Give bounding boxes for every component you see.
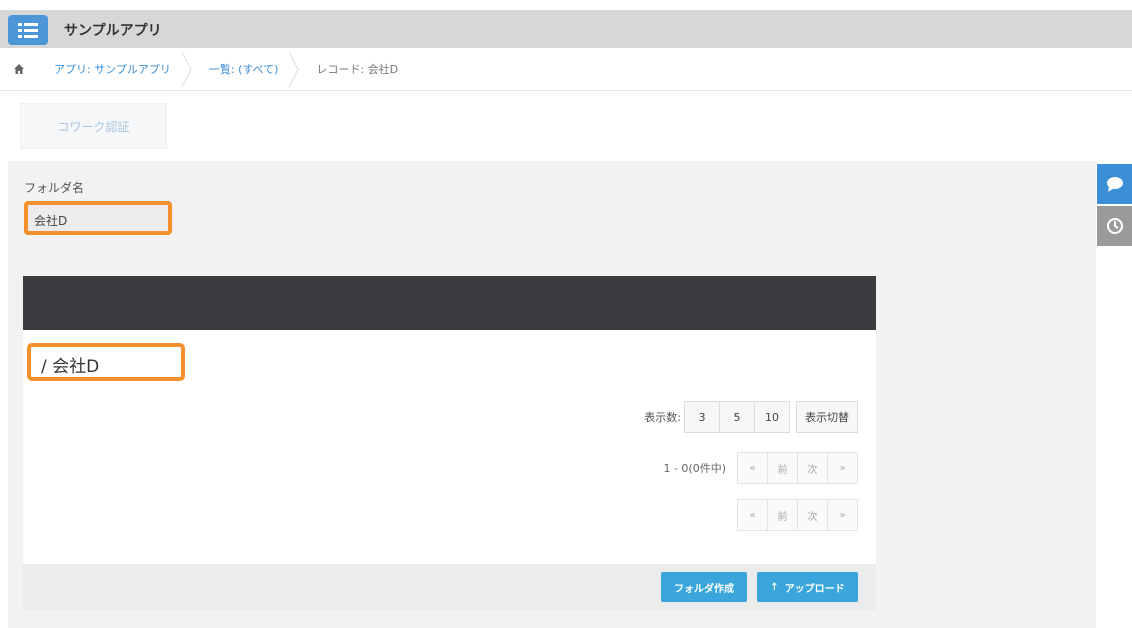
pager-bottom: « 前 次 » <box>737 499 858 531</box>
app-list-icon[interactable] <box>8 15 48 45</box>
file-panel: / 会社D 表示数: 3 5 10 表示切替 1 - 0(0件中) « 前 次 … <box>23 276 876 610</box>
pager-next-button[interactable]: 次 <box>797 499 828 531</box>
pager-first-button[interactable]: « <box>737 452 768 484</box>
pager-buttons: « 前 次 » <box>737 499 858 531</box>
pager-buttons: « 前 次 » <box>737 452 858 484</box>
top-edge <box>0 0 1132 11</box>
folder-path-text: / 会社D <box>41 357 100 377</box>
display-count-label: 表示数: <box>644 411 681 424</box>
folder-name-label: フォルダ名 <box>24 181 85 195</box>
count-3-button[interactable]: 3 <box>684 401 720 433</box>
comment-icon[interactable] <box>1097 164 1132 204</box>
upload-label: アップロード <box>784 583 845 595</box>
breadcrumb-list-link[interactable]: 一覧: (すべて) <box>209 61 279 77</box>
count-5-button[interactable]: 5 <box>719 401 755 433</box>
pager-prev-button[interactable]: 前 <box>767 452 798 484</box>
create-folder-button[interactable]: フォルダ作成 <box>661 572 747 602</box>
upload-arrow-icon: ↑ <box>770 581 779 593</box>
pager-first-button[interactable]: « <box>737 499 768 531</box>
breadcrumb-list[interactable]: 一覧: (すべて) <box>193 48 301 91</box>
breadcrumb-app-link[interactable]: アプリ: サンプルアプリ <box>54 61 171 77</box>
pager-last-button[interactable]: » <box>827 452 858 484</box>
upload-button[interactable]: ↑ アップロード <box>757 572 858 602</box>
tab-bar: コワーク認証 <box>0 91 1132 161</box>
history-icon[interactable] <box>1097 206 1132 246</box>
breadcrumb-separator-icon <box>181 51 192 87</box>
pager-prev-button[interactable]: 前 <box>767 499 798 531</box>
count-10-button[interactable]: 10 <box>754 401 790 433</box>
home-icon[interactable] <box>0 48 38 91</box>
folder-name-value: 会社D <box>24 201 172 235</box>
folder-name-text: 会社D <box>34 214 68 228</box>
panel-header <box>23 276 876 330</box>
breadcrumb-separator-icon <box>289 51 300 87</box>
breadcrumb-record: レコード: 会社D <box>316 63 399 76</box>
panel-footer: フォルダ作成 ↑ アップロード <box>23 564 876 610</box>
folder-path: / 会社D <box>27 343 185 381</box>
breadcrumb: アプリ: サンプルアプリ 一覧: (すべて) レコード: 会社D <box>0 48 1132 91</box>
cowork-auth-button[interactable]: コワーク認証 <box>20 103 167 149</box>
app-header: サンプルアプリ <box>0 11 1132 48</box>
range-text: 1 - 0(0件中) <box>663 462 726 475</box>
app-title: サンプルアプリ <box>64 23 162 39</box>
app-root: サンプルアプリ アプリ: サンプルアプリ 一覧: (すべて) レコード: 会社D… <box>0 0 1132 628</box>
pager-last-button[interactable]: » <box>827 499 858 531</box>
display-switch-button[interactable]: 表示切替 <box>796 401 858 433</box>
pager-next-button[interactable]: 次 <box>797 452 828 484</box>
display-count-row: 表示数: 3 5 10 表示切替 <box>644 401 858 433</box>
record-content: フォルダ名 会社D / 会社D 表示数: 3 5 10 表示切替 1 - 0(0… <box>8 161 1096 628</box>
pager-top: 1 - 0(0件中) « 前 次 » <box>663 452 858 484</box>
breadcrumb-app[interactable]: アプリ: サンプルアプリ <box>38 48 193 91</box>
